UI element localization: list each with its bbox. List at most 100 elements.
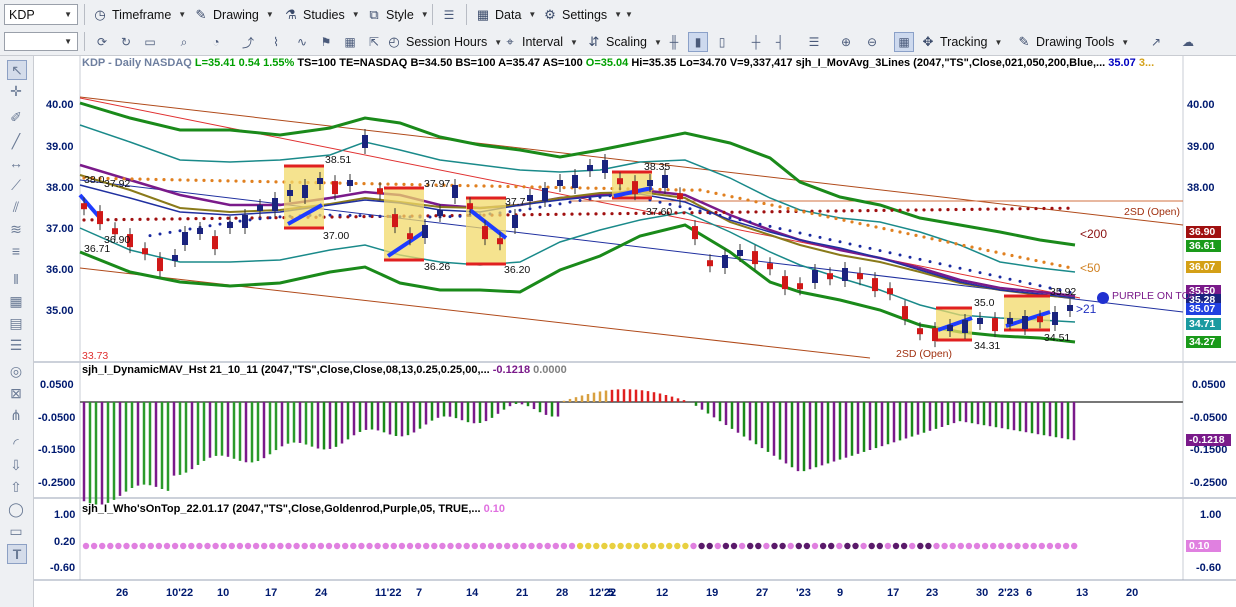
whos-on-top-dot <box>852 542 859 550</box>
whos-on-top-dot <box>358 542 365 550</box>
whos-on-top-dot <box>90 542 98 550</box>
ma21-dot <box>758 222 762 226</box>
y-left-tick: 39.00 <box>46 141 74 153</box>
ma200-dot <box>890 208 894 212</box>
whos-on-top-dot <box>1030 542 1037 550</box>
ma21-dot <box>428 215 432 219</box>
whos-on-top-dot <box>220 542 227 550</box>
ma50-dot <box>186 178 190 182</box>
ma50-dot <box>882 227 886 231</box>
ma50-dot <box>986 248 990 253</box>
whos-on-top-dot <box>414 542 422 550</box>
ma200-dot <box>674 211 678 215</box>
ma50-label: <50 <box>1080 261 1101 275</box>
whos-on-top-dot <box>957 542 964 550</box>
ma50-dot <box>466 184 470 188</box>
price-annotation: 36.20 <box>504 264 531 276</box>
whos-on-top-dot <box>625 542 632 550</box>
ma50-dot <box>514 185 518 189</box>
candle-body <box>692 226 698 240</box>
ma50-dot <box>906 232 910 236</box>
whos-on-top-dot <box>763 542 770 550</box>
whos-on-top-dot <box>131 542 138 550</box>
whos-on-top-dot <box>212 542 219 550</box>
price-tag-lower-band: 34.27 <box>1186 336 1221 348</box>
ma50-dot <box>530 185 534 189</box>
whos-on-top-dot <box>990 542 997 550</box>
whos-on-top-dot <box>698 542 705 550</box>
candle-body <box>977 318 983 324</box>
ma50-dot <box>866 223 870 227</box>
candle-body <box>587 165 593 171</box>
x-axis-label: 24 <box>315 587 328 599</box>
whos-on-top-dot <box>601 542 608 550</box>
candle-body <box>407 233 413 240</box>
candle-body <box>677 193 683 200</box>
chart-canvas[interactable] <box>0 0 1236 607</box>
ma200-dot <box>1026 207 1030 211</box>
ma200-dot <box>738 210 742 214</box>
ma21-dot <box>168 230 172 234</box>
ma21-dot <box>968 268 972 272</box>
whos-on-top-dot <box>285 542 292 550</box>
ma50-dot <box>586 186 590 190</box>
ma21-dot <box>778 227 782 231</box>
ma50-dot <box>154 177 158 182</box>
candle-body <box>227 222 233 228</box>
ma21-dot <box>798 231 802 235</box>
ma50-dot <box>562 186 566 190</box>
whos-on-top-dot <box>682 542 689 550</box>
x-axis-label: '23 <box>796 587 811 599</box>
ma200-dot <box>842 209 846 213</box>
whos-on-top-dot <box>293 542 300 550</box>
ma200-dot <box>986 207 990 211</box>
ma50-dot <box>1018 255 1022 259</box>
candle-body <box>722 255 728 268</box>
ma200-dot <box>954 207 958 212</box>
header-field: KDP - Daily NASDAQ <box>82 57 195 69</box>
ma21-dot <box>998 275 1002 279</box>
whos-on-top-dot <box>876 542 883 550</box>
whos-on-top-dot <box>560 542 568 550</box>
y-left-tick: 40.00 <box>46 99 74 111</box>
ma21-dot <box>818 235 822 239</box>
ma50-dot <box>794 208 798 212</box>
ma200-dot <box>786 209 790 214</box>
whos-on-top-dot <box>803 542 811 550</box>
candle-body <box>632 181 638 195</box>
ma50-dot <box>1050 262 1054 266</box>
candle-body <box>97 211 103 225</box>
header-field: O=35.04 <box>585 57 632 69</box>
header-field: 0.10 <box>483 503 506 515</box>
ma200-dot <box>602 212 606 216</box>
candle-body <box>737 250 743 256</box>
y-left-tick: 37.00 <box>46 223 74 235</box>
price-annotation: 37.60 <box>646 206 673 218</box>
ma200-dot <box>362 215 366 219</box>
ma200-dot <box>714 210 718 215</box>
ma200-dot <box>1010 207 1014 211</box>
ma50-dot <box>826 215 830 219</box>
price-annotation: 38.35 <box>644 161 671 173</box>
ma200-dot <box>1066 206 1070 210</box>
whos-on-top-dot <box>463 542 470 550</box>
ma50-dot <box>458 183 462 188</box>
ma50-dot <box>946 240 950 244</box>
ma21-dot <box>698 209 702 213</box>
ma21-dot <box>858 244 862 248</box>
candle-body <box>572 175 578 188</box>
ma21-dot <box>348 213 352 217</box>
ma50-dot <box>1066 265 1070 269</box>
ma50-dot <box>554 185 558 190</box>
whos-on-top-dot <box>350 542 357 550</box>
whos-on-top-dot <box>811 542 819 550</box>
ma21-dot <box>828 238 832 242</box>
ma50-dot <box>1010 253 1014 258</box>
ma21-dot <box>1028 282 1032 286</box>
x-axis-label: 12 <box>656 587 669 599</box>
header-field: B=34.50 <box>410 57 456 69</box>
ma21-dot <box>458 214 462 218</box>
candle-body <box>182 232 188 245</box>
ma21-dot <box>248 218 252 222</box>
candle-body <box>467 203 473 210</box>
